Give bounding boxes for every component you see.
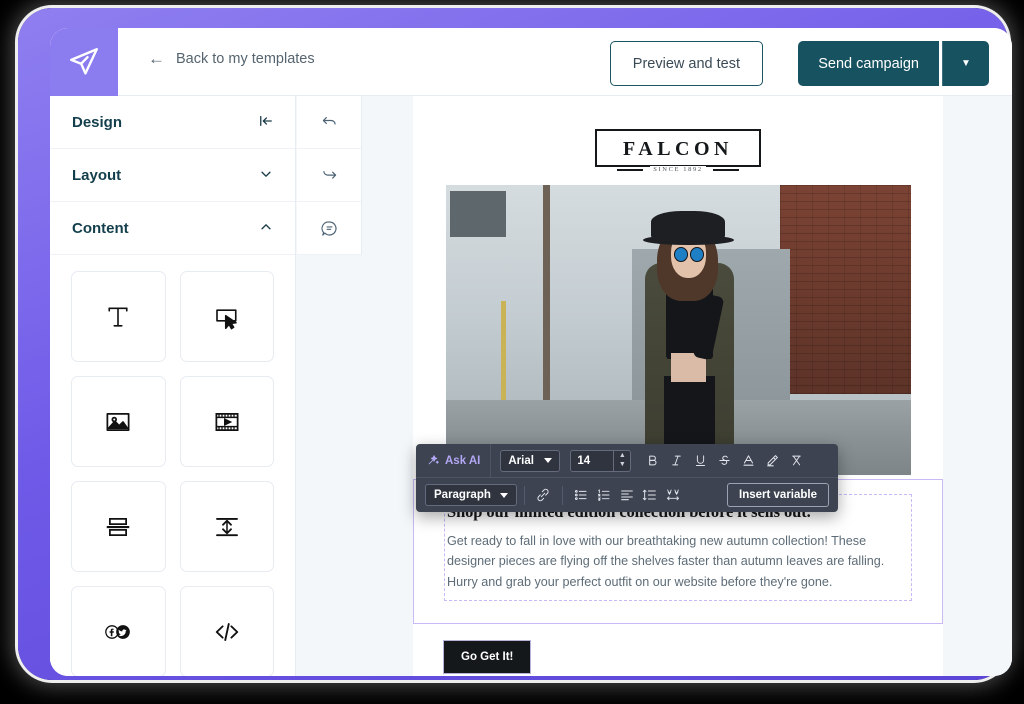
- social-icons-icon: [101, 621, 135, 643]
- content-block-image[interactable]: [71, 376, 166, 467]
- undo-icon: [320, 113, 339, 132]
- ask-ai-label: Ask AI: [445, 454, 481, 467]
- paragraph-style-select[interactable]: Paragraph: [425, 484, 517, 506]
- comment-button[interactable]: [297, 202, 361, 255]
- photo-utility-pole: [543, 185, 551, 400]
- email-body-copy: Get ready to fall in love with our breat…: [447, 534, 885, 589]
- send-campaign-button[interactable]: Send campaign: [798, 41, 939, 86]
- falcon-logo: FALCON SINCE 1892: [595, 129, 761, 173]
- numbered-list-button[interactable]: [593, 483, 616, 507]
- magic-wand-icon: [427, 453, 440, 469]
- underline-button[interactable]: [689, 449, 712, 473]
- send-campaign-dropdown-button[interactable]: ▼: [942, 41, 989, 86]
- line-height-button[interactable]: [639, 483, 662, 507]
- history-toolbar: [297, 96, 362, 255]
- clear-format-button[interactable]: [785, 449, 808, 473]
- chevron-down-icon: ▼: [961, 58, 971, 69]
- ask-ai-button[interactable]: Ask AI: [416, 444, 492, 477]
- image-icon: [103, 407, 133, 437]
- back-to-templates-label: Back to my templates: [176, 50, 315, 67]
- content-blocks-grid: [50, 255, 295, 676]
- device-frame: ← Back to my templates Preview and test …: [18, 8, 1012, 680]
- rich-text-toolbar-row-2: Paragraph Insert variable: [416, 478, 838, 512]
- chevron-up-icon[interactable]: [259, 220, 273, 236]
- code-icon: [211, 617, 243, 647]
- link-button[interactable]: [532, 483, 555, 507]
- content-block-social[interactable]: [71, 586, 166, 676]
- align-left-button[interactable]: [616, 483, 639, 507]
- text-t-icon: [103, 302, 133, 332]
- collapse-panel-icon[interactable]: [259, 114, 273, 130]
- redo-icon: [320, 166, 339, 185]
- photo-vent: [450, 190, 506, 238]
- top-bar: ← Back to my templates Preview and test …: [50, 28, 1012, 96]
- font-family-value: Arial: [508, 454, 534, 467]
- rich-text-toolbar-row-1: Ask AI Arial ▲ ▼: [416, 444, 838, 478]
- hero-image-block[interactable]: [445, 185, 911, 475]
- sidebar-section-design[interactable]: Design: [50, 96, 295, 149]
- divider-icon: [103, 512, 133, 542]
- font-family-select[interactable]: Arial: [500, 449, 561, 472]
- strikethrough-button[interactable]: [713, 449, 736, 473]
- editor-body: Design Layout Content FALCON SINCE 1892 …: [50, 96, 1012, 676]
- chevron-down-icon: [499, 492, 508, 498]
- rule-right: [712, 168, 739, 171]
- email-canvas[interactable]: FALCON SINCE 1892 Get ready to fall in l…: [363, 96, 1012, 676]
- toolbar-divider: [523, 485, 525, 505]
- sidebar-section-layout[interactable]: Layout: [50, 149, 295, 202]
- letter-spacing-button[interactable]: [662, 483, 685, 507]
- content-block-button[interactable]: [179, 271, 274, 362]
- insert-variable-button[interactable]: Insert variable: [727, 483, 829, 507]
- sidebar-section-layout-label: Layout: [72, 166, 122, 184]
- content-block-text[interactable]: [71, 271, 166, 362]
- cta-button[interactable]: Go Get It!: [443, 640, 532, 675]
- preview-and-test-button[interactable]: Preview and test: [609, 41, 763, 86]
- bold-button[interactable]: [641, 449, 664, 473]
- chevron-down-icon[interactable]: [259, 167, 273, 183]
- rich-text-toolbar: Ask AI Arial ▲ ▼: [416, 444, 838, 512]
- cta-block: Go Get It!: [413, 624, 943, 675]
- back-to-templates-link[interactable]: ← Back to my templates: [148, 50, 315, 67]
- photo-yellow-pipe: [501, 301, 507, 400]
- falcon-logo-word: FALCON: [623, 138, 733, 160]
- chevron-up-icon: ▲: [618, 451, 626, 459]
- bullet-list-button[interactable]: [570, 483, 593, 507]
- content-block-video[interactable]: [179, 376, 274, 467]
- falcon-logo-tagline-row: SINCE 1892: [597, 166, 759, 173]
- content-block-html[interactable]: [179, 586, 274, 676]
- toolbar-divider: [561, 485, 563, 505]
- cursor-button-icon: [212, 302, 242, 332]
- highlight-button[interactable]: [761, 449, 784, 473]
- paragraph-style-value: Paragraph: [434, 489, 491, 501]
- rule-left: [617, 168, 644, 171]
- text-format-group: [641, 449, 808, 473]
- falcon-logo-tagline: SINCE 1892: [650, 166, 706, 173]
- font-size-input[interactable]: [571, 450, 614, 471]
- undo-button[interactable]: [297, 96, 361, 149]
- film-strip-icon: [212, 407, 242, 437]
- italic-button[interactable]: [665, 449, 688, 473]
- font-size-spinner[interactable]: ▲ ▼: [613, 450, 630, 471]
- arrow-left-icon: ←: [148, 49, 165, 68]
- paper-plane-icon: [67, 45, 101, 79]
- content-block-spacer[interactable]: [179, 481, 274, 572]
- settings-sidebar: Design Layout Content: [50, 96, 296, 676]
- photo-brick-wall: [780, 185, 911, 394]
- sidebar-section-content-label: Content: [72, 219, 129, 237]
- sidebar-section-design-label: Design: [72, 113, 123, 131]
- font-size-stepper[interactable]: ▲ ▼: [570, 449, 632, 472]
- comment-icon: [320, 219, 339, 238]
- app-window: ← Back to my templates Preview and test …: [50, 28, 1012, 676]
- email-document: FALCON SINCE 1892 Get ready to fall in l…: [413, 96, 943, 676]
- redo-button[interactable]: [297, 149, 361, 202]
- chevron-down-icon: [544, 458, 553, 463]
- font-color-button[interactable]: [737, 449, 760, 473]
- app-logo[interactable]: [50, 28, 118, 96]
- chevron-down-icon: ▼: [618, 460, 626, 468]
- content-block-divider[interactable]: [71, 481, 166, 572]
- spacer-icon: [212, 512, 242, 542]
- email-logo-block[interactable]: FALCON SINCE 1892: [413, 96, 943, 185]
- sidebar-section-content[interactable]: Content: [50, 202, 295, 255]
